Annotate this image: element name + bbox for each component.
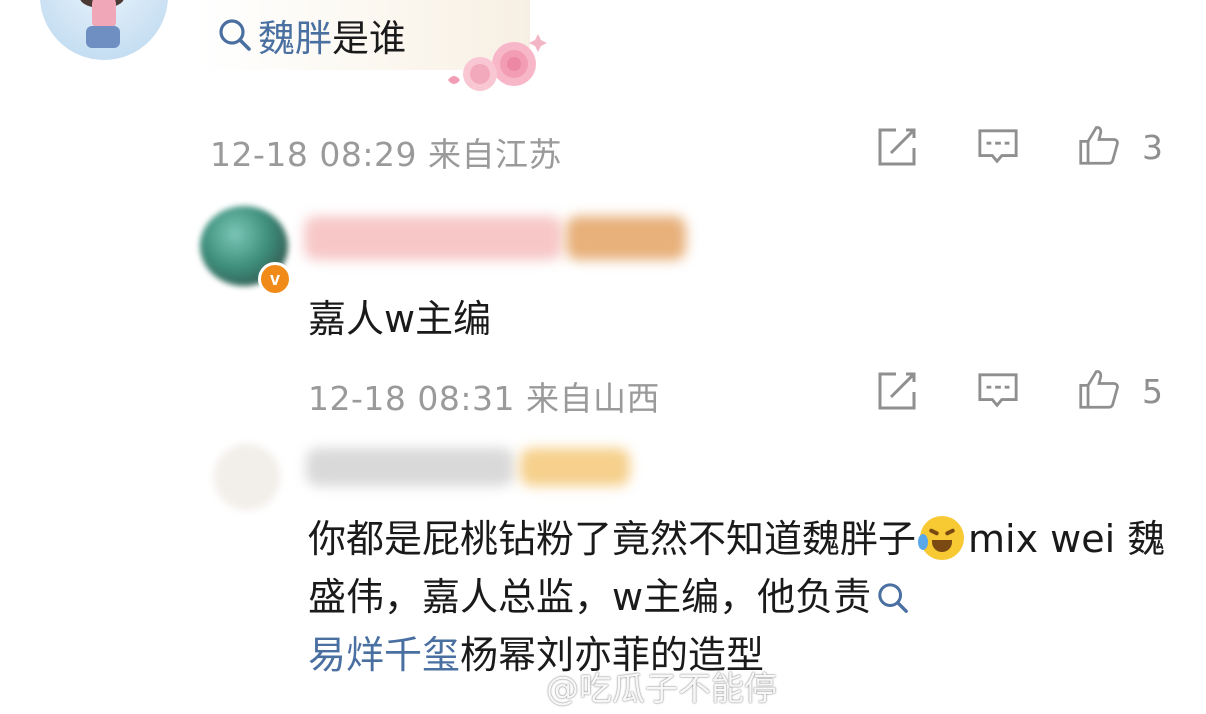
comment-1-like-count: 3 xyxy=(1142,128,1163,167)
weibo-watermark: @吃瓜子不能停 xyxy=(502,664,777,708)
reply-2-text: 你都是屁桃钻粉了竟然不知道魏胖子 mix wei 魏盛伟，嘉人总监，w主编，他负责… xyxy=(308,510,1168,684)
search-link-weipang[interactable]: 魏胖 xyxy=(258,8,332,62)
watermark-text: @吃瓜子不能停 xyxy=(546,669,777,708)
comment-1-location: 来自江苏 xyxy=(427,135,562,174)
search-link-yiyangqianxi[interactable]: 易烊千玺 xyxy=(308,633,460,677)
thumbs-up-icon[interactable] xyxy=(1078,124,1120,166)
search-icon[interactable] xyxy=(218,18,252,52)
reply-1-user-tag-blurred xyxy=(566,216,686,260)
reply-1-location: 来自山西 xyxy=(525,379,660,418)
reply-1-like-count: 5 xyxy=(1142,372,1163,411)
reply-2-text-part-1: 你都是屁桃钻粉了竟然不知道魏胖子 xyxy=(308,517,917,561)
rose-decoration-icon xyxy=(440,28,550,96)
search-icon[interactable] xyxy=(877,582,909,614)
comment-icon[interactable] xyxy=(977,370,1019,412)
share-icon[interactable] xyxy=(876,370,918,412)
avatar-reply-2[interactable] xyxy=(214,444,280,510)
reply-1-meta: 12-18 08:31 来自山西 xyxy=(308,372,660,420)
reply-1-text: 嘉人w主编 xyxy=(308,297,492,341)
avatar-commenter-1[interactable] xyxy=(40,0,168,60)
comment-1-text: 魏胖 是谁 xyxy=(218,12,406,60)
verified-badge-icon: v xyxy=(258,262,292,296)
comment-1-meta: 12-18 08:29 来自江苏 xyxy=(210,128,562,176)
weibo-logo-icon xyxy=(503,674,539,701)
reply-2-username-blurred[interactable] xyxy=(306,448,514,486)
share-icon[interactable] xyxy=(876,126,918,168)
reply-1-username-blurred[interactable] xyxy=(304,216,562,260)
laughing-crying-emoji-icon xyxy=(918,516,965,560)
reply-1-timestamp: 12-18 08:31 xyxy=(308,379,515,418)
comment-1-timestamp: 12-18 08:29 xyxy=(210,135,417,174)
comment-icon[interactable] xyxy=(977,126,1019,168)
reply-2-user-tag-blurred xyxy=(520,448,630,486)
comment-1-suffix: 是谁 xyxy=(332,17,406,60)
thumbs-up-icon[interactable] xyxy=(1078,368,1120,410)
